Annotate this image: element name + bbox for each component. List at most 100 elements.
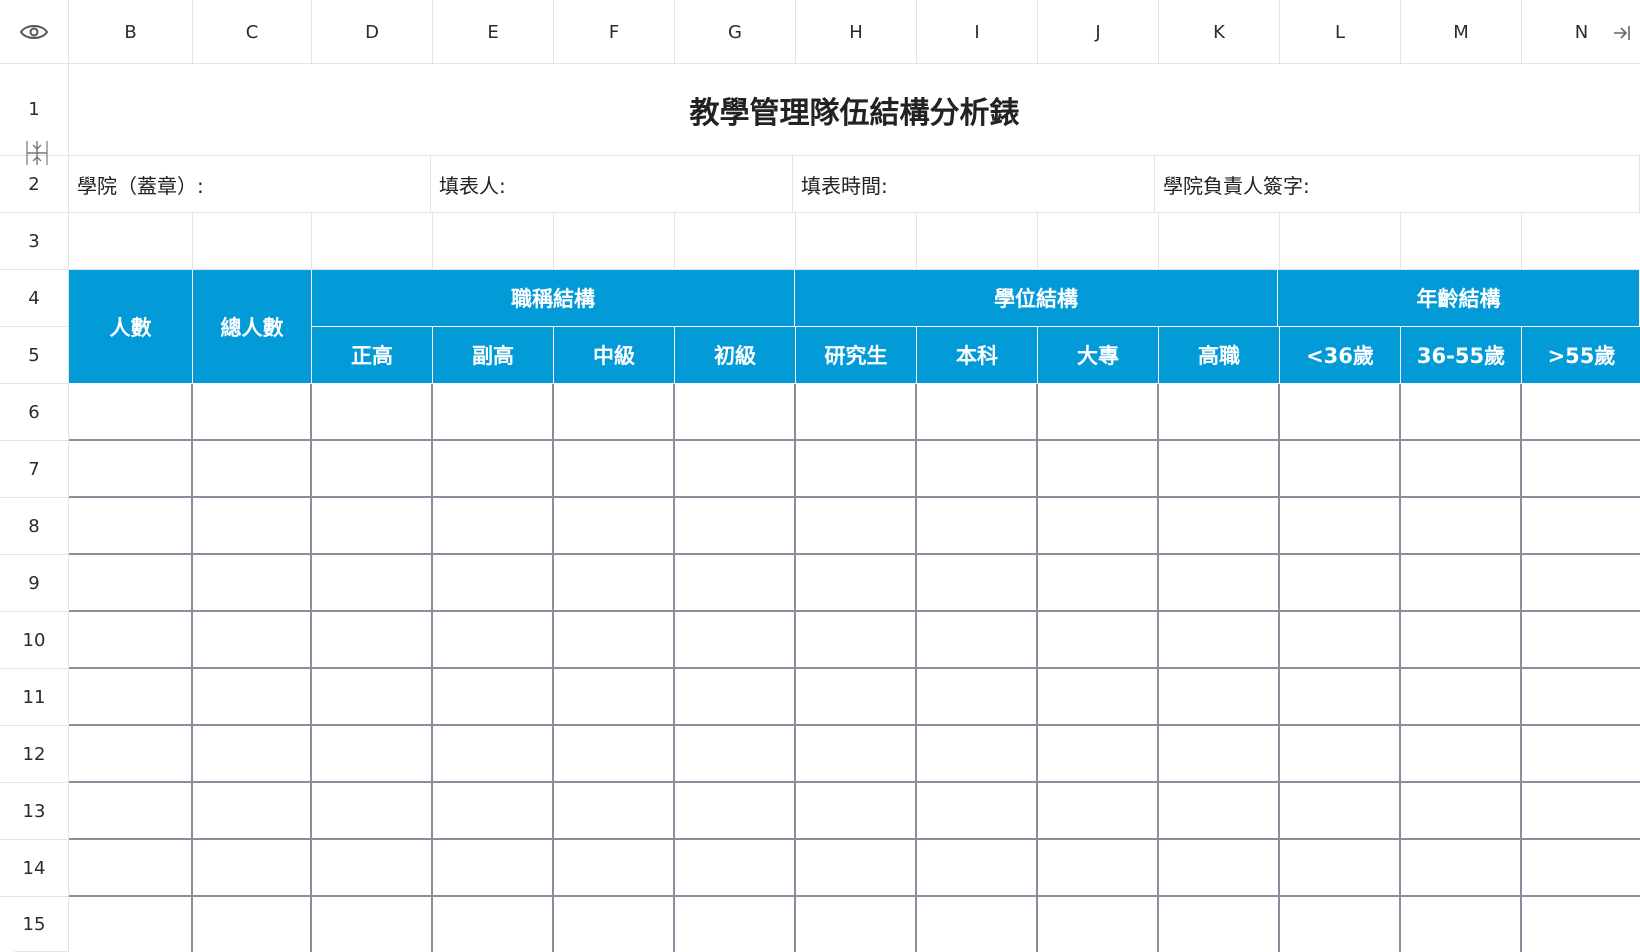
row-header-12[interactable]: 12 [0, 726, 69, 783]
grid-cell[interactable] [675, 726, 796, 783]
grid-cell[interactable] [1280, 783, 1401, 840]
grid-cell[interactable] [1280, 441, 1401, 498]
grid-cell[interactable] [917, 441, 1038, 498]
grid-cell[interactable] [796, 669, 917, 726]
grid-cell[interactable] [796, 555, 917, 612]
grid-cell[interactable] [1159, 555, 1280, 612]
grid-cell[interactable] [1401, 555, 1522, 612]
grid-cell[interactable] [1522, 555, 1640, 612]
grid-cell[interactable] [796, 612, 917, 669]
grid-cell[interactable] [1159, 897, 1280, 952]
grid-cell[interactable] [193, 669, 312, 726]
grid-cell[interactable] [796, 498, 917, 555]
grid-cell[interactable] [1522, 840, 1640, 897]
grid-cell[interactable] [1401, 441, 1522, 498]
header-degree-structure[interactable]: 學位結構 [795, 270, 1278, 327]
row-header-5[interactable]: 5 [0, 327, 69, 384]
grid-cell[interactable] [1038, 840, 1159, 897]
column-header-c[interactable]: C [193, 0, 312, 64]
grid-cell[interactable] [554, 669, 675, 726]
header-age-item[interactable]: <36歲 [1280, 327, 1401, 384]
grid-cell[interactable] [69, 612, 193, 669]
grid-cell[interactable] [1038, 555, 1159, 612]
grid-cell[interactable] [69, 555, 193, 612]
header-degree-item[interactable]: 本科 [917, 327, 1038, 384]
row-header-10[interactable]: 10 [0, 612, 69, 669]
grid-cell[interactable] [675, 213, 796, 270]
column-header-i[interactable]: I [917, 0, 1038, 64]
grid-cell[interactable] [312, 897, 433, 952]
scroll-columns-right[interactable] [1610, 22, 1632, 44]
grid-cell[interactable] [312, 555, 433, 612]
grid-cell[interactable] [1038, 783, 1159, 840]
grid-cell[interactable] [312, 612, 433, 669]
grid-cell[interactable] [1038, 726, 1159, 783]
grid-cell[interactable] [1280, 384, 1401, 441]
grid-cell[interactable] [193, 897, 312, 952]
grid-cell[interactable] [917, 213, 1038, 270]
grid-cell[interactable] [193, 213, 312, 270]
grid-cell[interactable] [312, 669, 433, 726]
grid-cell[interactable] [796, 441, 917, 498]
grid-cell[interactable] [1522, 783, 1640, 840]
grid-cell[interactable] [1159, 441, 1280, 498]
grid-cell[interactable] [1038, 384, 1159, 441]
grid-cell[interactable] [193, 726, 312, 783]
grid-cell[interactable] [193, 498, 312, 555]
header-age-structure[interactable]: 年齡結構 [1278, 270, 1640, 327]
column-header-j[interactable]: J [1038, 0, 1159, 64]
column-header-e[interactable]: E [433, 0, 554, 64]
grid-cell[interactable] [433, 441, 554, 498]
grid-cell[interactable] [312, 726, 433, 783]
grid-cell[interactable] [796, 726, 917, 783]
grid-cell[interactable] [917, 840, 1038, 897]
grid-cell[interactable] [193, 384, 312, 441]
grid-cell[interactable] [1522, 897, 1640, 952]
grid-cell[interactable] [1038, 669, 1159, 726]
column-header-b[interactable]: B [69, 0, 193, 64]
grid-cell[interactable] [796, 897, 917, 952]
grid-cell[interactable] [1038, 612, 1159, 669]
grid-cell[interactable] [675, 555, 796, 612]
grid-cell[interactable] [69, 897, 193, 952]
grid-cell[interactable] [1401, 669, 1522, 726]
column-header-g[interactable]: G [675, 0, 796, 64]
grid-cell[interactable] [1038, 498, 1159, 555]
row-header-3[interactable]: 3 [0, 213, 69, 270]
grid-cell[interactable] [433, 840, 554, 897]
grid-cell[interactable] [1159, 498, 1280, 555]
grid-cell[interactable] [796, 213, 917, 270]
grid-cell[interactable] [1522, 498, 1640, 555]
header-title-item[interactable]: 副高 [433, 327, 554, 384]
row-header-4[interactable]: 4 [0, 270, 69, 327]
grid-cell[interactable] [312, 783, 433, 840]
grid-cell[interactable] [1401, 384, 1522, 441]
grid-cell[interactable] [675, 441, 796, 498]
grid-cell[interactable] [69, 783, 193, 840]
grid-cell[interactable] [69, 840, 193, 897]
grid-cell[interactable] [69, 441, 193, 498]
grid-cell[interactable] [1401, 897, 1522, 952]
row-header-11[interactable]: 11 [0, 669, 69, 726]
grid-cell[interactable] [1522, 669, 1640, 726]
filler-field[interactable]: 填表人: [431, 156, 793, 213]
visibility-toggle[interactable] [0, 0, 69, 64]
grid-cell[interactable] [917, 612, 1038, 669]
grid-cell[interactable] [796, 783, 917, 840]
grid-cell[interactable] [193, 555, 312, 612]
header-title-item[interactable]: 初級 [675, 327, 796, 384]
column-header-f[interactable]: F [554, 0, 675, 64]
signature-field[interactable]: 學院負責人簽字: [1155, 156, 1640, 213]
grid-cell[interactable] [69, 498, 193, 555]
college-stamp-field[interactable]: 學院（蓋章）: [69, 156, 431, 213]
header-title-item[interactable]: 正高 [312, 327, 433, 384]
column-header-k[interactable]: K [1159, 0, 1280, 64]
grid-cell[interactable] [917, 897, 1038, 952]
grid-cell[interactable] [675, 783, 796, 840]
grid-cell[interactable] [1280, 669, 1401, 726]
row-header-14[interactable]: 14 [0, 840, 69, 897]
grid-cell[interactable] [1522, 612, 1640, 669]
header-degree-item[interactable]: 大專 [1038, 327, 1159, 384]
row-header-13[interactable]: 13 [0, 783, 69, 840]
grid-cell[interactable] [193, 441, 312, 498]
